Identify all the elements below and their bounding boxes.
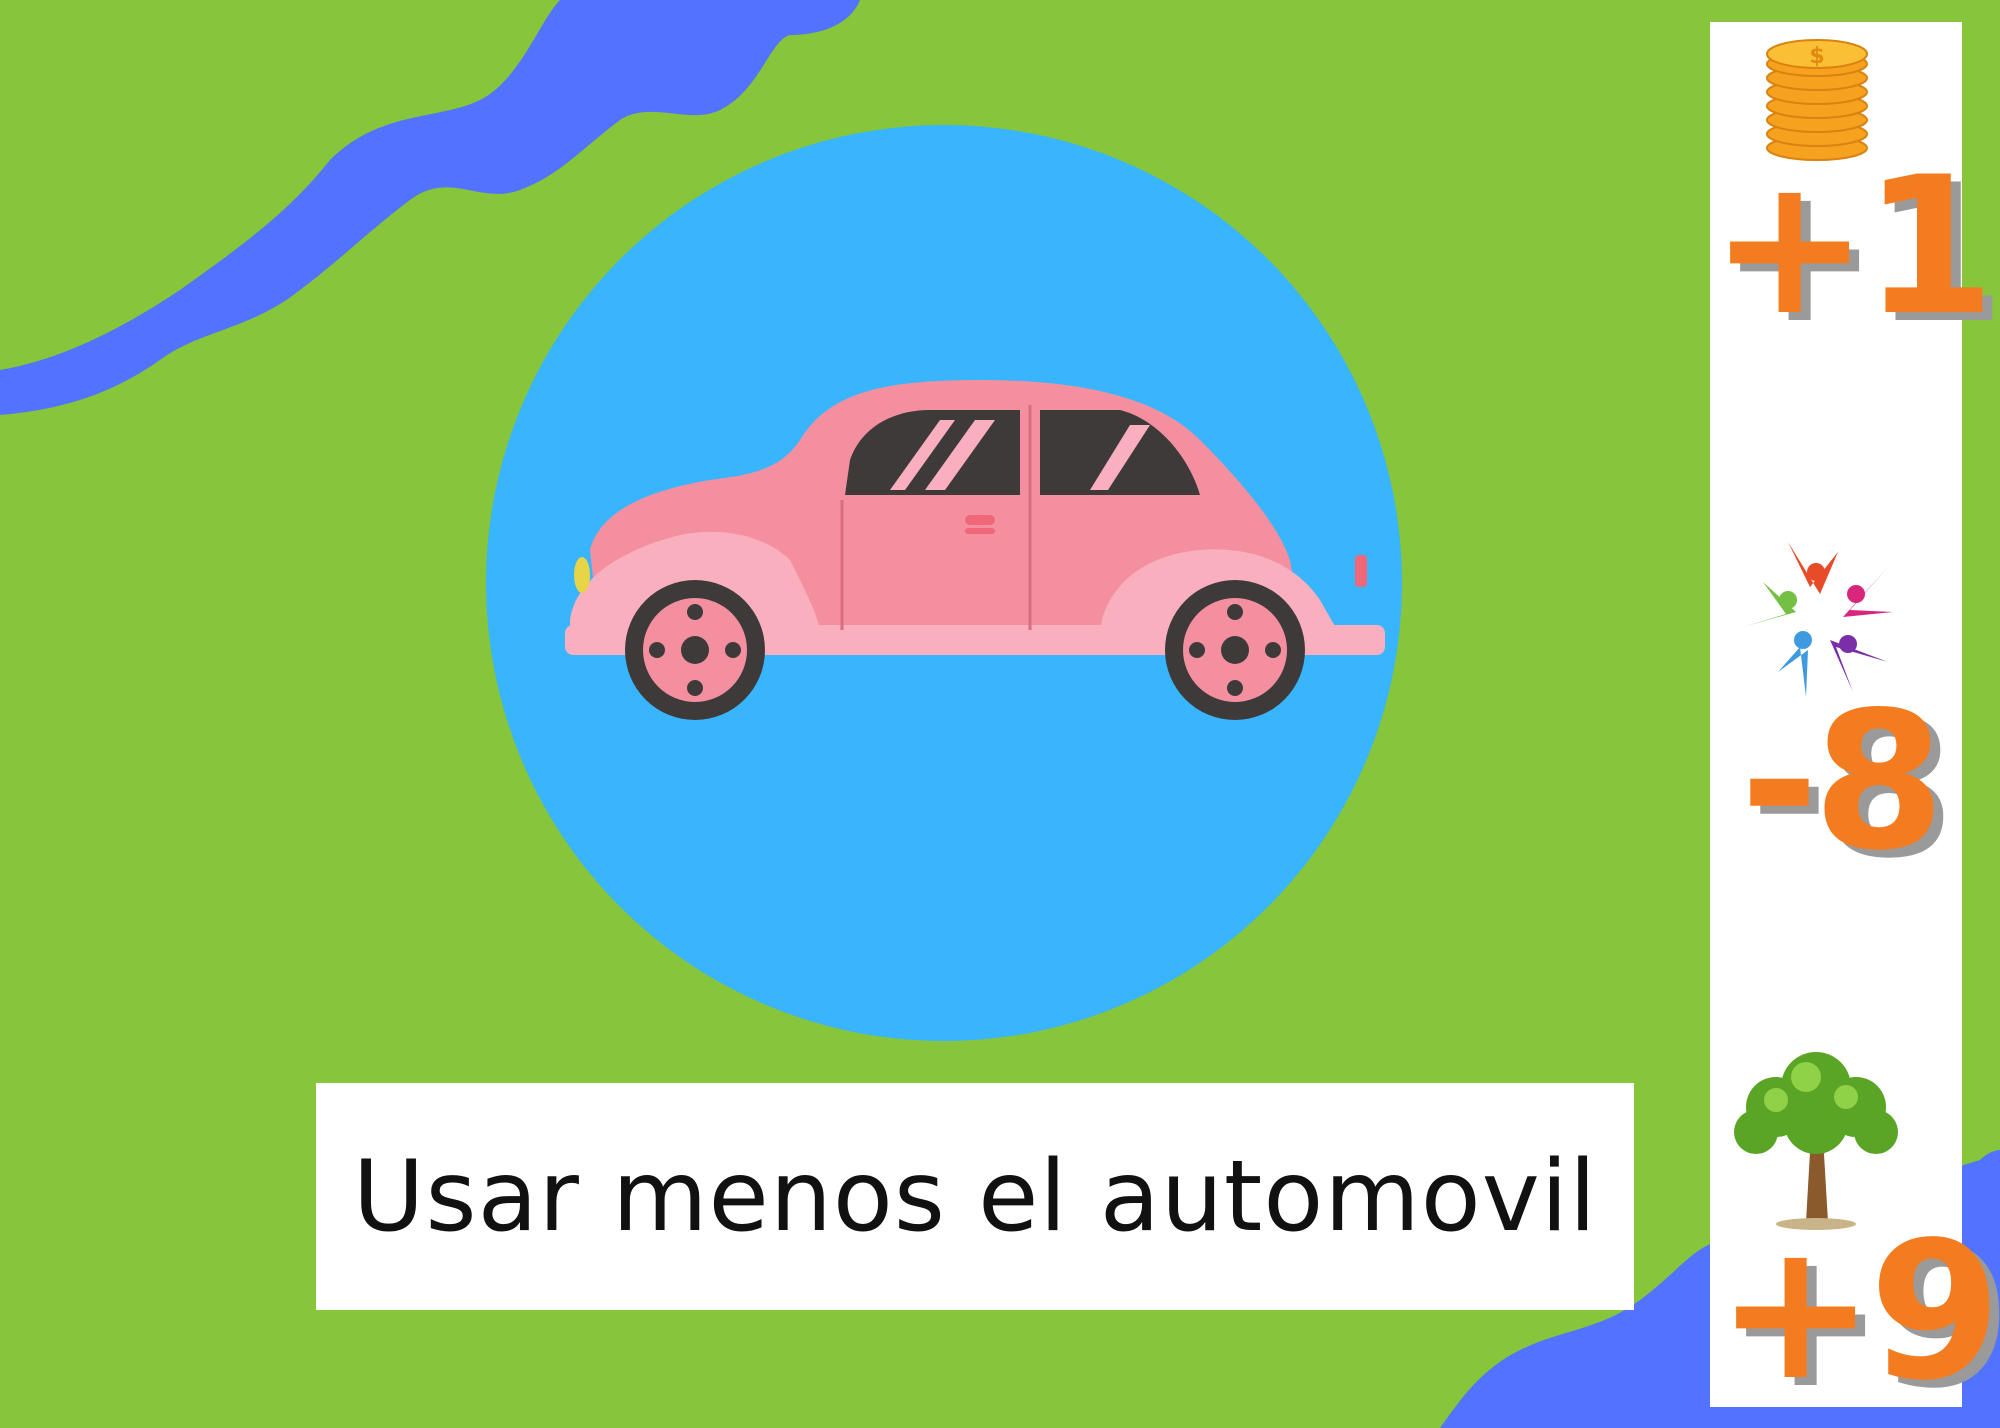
rear-wheel (1165, 580, 1305, 720)
game-card: Usar menos el automovil $ +1 -8 +9 (0, 0, 2000, 1428)
score-money-value: +1 (1710, 136, 1995, 357)
car-illustration (565, 380, 1385, 720)
front-wheel (625, 580, 765, 720)
score-people-value: -8 (1740, 671, 1945, 892)
score-panel: $ +1 -8 +9 (1710, 22, 2000, 1407)
svg-text:$: $ (1809, 44, 1824, 69)
card-title: Usar menos el automovil (352, 1139, 1598, 1254)
card-title-box: Usar menos el automovil (316, 1083, 1634, 1310)
score-tree-value: +9 (1716, 1201, 2000, 1422)
